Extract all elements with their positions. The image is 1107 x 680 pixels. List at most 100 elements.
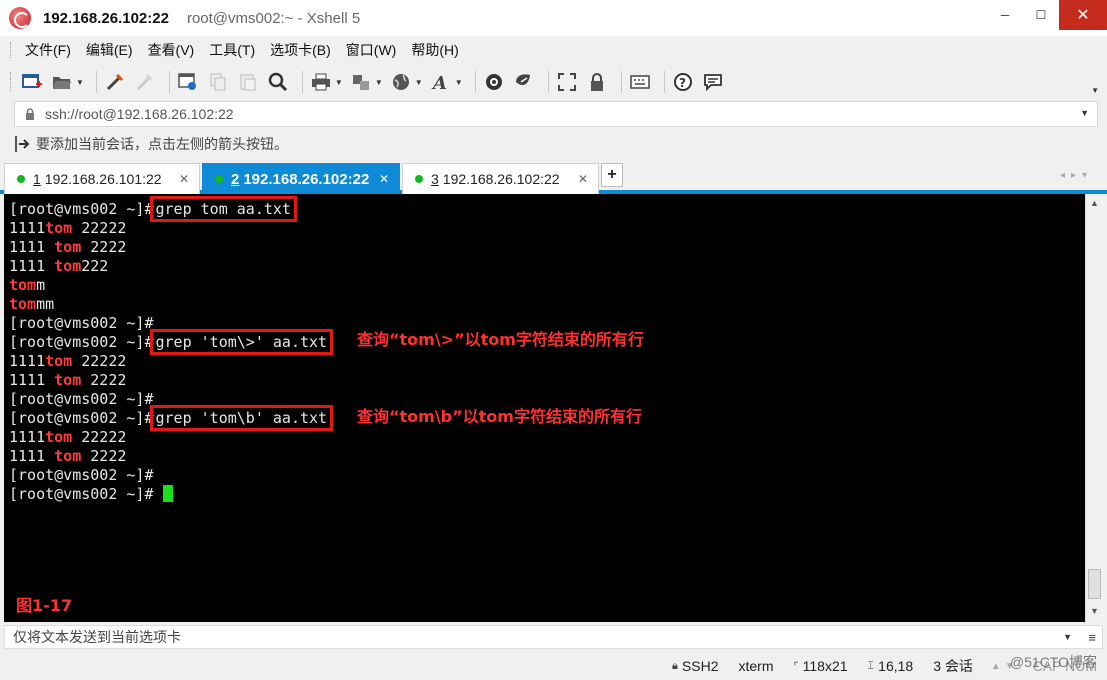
tab-scroll-arrows-icon[interactable]: ◂▸▾ [1060,170,1093,181]
disconnect-icon[interactable] [133,70,157,94]
svg-text:A: A [431,73,447,92]
open-folder-icon[interactable] [50,70,74,94]
terminal-line: 1111tom 22222 [9,352,127,370]
menu-view[interactable]: 查看(V) [148,40,195,60]
globe-dropdown-icon[interactable]: ▼ [415,78,423,87]
compose-dropdown-icon[interactable]: ▼ [1063,632,1072,642]
compose-menu-icon[interactable]: ≡ [1088,630,1096,645]
terminal-line: tomm [9,276,46,294]
highlighted-command: grep tom aa.txt [149,196,297,222]
terminal-line: 1111 tom222 [9,257,109,275]
terminal-line: [root@vms002 ~]# grep tom aa.txt [9,196,297,222]
transfer-dropdown-icon[interactable]: ▼ [375,78,383,87]
xshell-logo-icon [9,7,31,29]
terminal-line: [root@vms002 ~]# [9,466,154,484]
help-icon[interactable]: ? [671,70,695,94]
find-icon[interactable] [266,70,290,94]
window-controls: ─ ☐ ✕ [987,0,1107,30]
print-dropdown-icon[interactable]: ▼ [335,78,343,87]
menu-tabs[interactable]: 选项卡(B) [270,40,331,60]
status-terminal-type: xterm [738,658,774,674]
tab-session-3[interactable]: 3 192.168.26.102:22 ✕ [402,163,599,194]
menu-file[interactable]: 文件(F) [25,40,71,60]
chat-icon[interactable] [701,70,725,94]
highlighted-command: grep 'tom\>' aa.txt [149,329,334,355]
terminal-line: 1111 tom 2222 [9,371,127,389]
reconnect-icon[interactable] [103,70,127,94]
scroll-up-arrow-icon[interactable]: ▲ [1090,198,1099,208]
annotation-word-end: 查询“tom\>”以tom字符结束的所有行 [357,330,644,349]
secure-lock-icon [26,108,34,120]
session-hint-bar: 要添加当前会话，点击左侧的箭头按钮。 [14,131,288,157]
tab-close-icon[interactable]: ✕ [379,172,389,186]
session-tab-strip: 1 192.168.26.101:22 ✕ 2 192.168.26.102:2… [0,160,1107,194]
globe-icon[interactable] [389,70,413,94]
toolbar-overflow-icon[interactable]: ▼ [1091,86,1099,95]
terminal-line: [root@vms002 ~]# [9,485,1085,504]
open-dropdown-icon[interactable]: ▼ [76,78,84,87]
watermark: @51CTO博客 [1009,654,1097,670]
terminal-line: 1111 tom 2222 [9,447,127,465]
toolbar-separator [474,71,476,93]
figure-label: 图1-17 [16,596,73,615]
tab-close-icon[interactable]: ✕ [179,172,189,186]
window-title: root@vms002:~ - Xshell 5 [186,9,361,27]
tab-close-icon[interactable]: ✕ [578,172,588,186]
lock-icon: 🔒︎ [672,659,678,672]
window-title-host: 192.168.26.102:22 [43,9,169,27]
terminal-line: 1111tom 22222 [9,219,127,237]
print-icon[interactable] [309,70,333,94]
connected-status-icon [17,175,25,183]
status-size: ⌜ 118x21 [793,658,848,674]
status-bar: 🔒︎ SSH2 xterm ⌜ 118x21 ⌶ 16,18 3 会话 ▲▼ CAP … [0,652,1107,680]
maximize-button[interactable]: ☐ [1023,0,1059,30]
status-protocol: 🔒︎ SSH2 [672,658,719,674]
menu-edit[interactable]: 编辑(E) [86,40,133,60]
toolbar-separator [620,71,622,93]
toolbar-separator [301,71,303,93]
address-bar[interactable]: ssh://root@192.168.26.102:22 ▼ [14,101,1098,127]
close-button[interactable]: ✕ [1059,0,1107,30]
terminal-scrollbar[interactable]: ▲ ▼ [1085,194,1103,622]
scroll-thumb[interactable] [1088,569,1101,599]
xftp-icon[interactable] [482,70,506,94]
keyboard-icon[interactable] [628,70,652,94]
fullscreen-icon[interactable] [555,70,579,94]
menu-help[interactable]: 帮助(H) [411,40,458,60]
terminal-screen[interactable]: [root@vms002 ~]# grep tom aa.txt 1111tom … [4,194,1085,622]
toolbar-separator [547,71,549,93]
compose-bar[interactable]: 仅将文本发送到当前选项卡 ▼ ≡ [4,625,1103,649]
menu-tools[interactable]: 工具(T) [209,40,255,60]
terminal-line: tommm [9,295,55,313]
toolbar-separator [663,71,665,93]
font-dropdown-icon[interactable]: ▼ [455,78,463,87]
compose-target-text[interactable]: 仅将文本发送到当前选项卡 [13,627,181,647]
font-icon[interactable]: A [429,70,453,94]
scroll-down-arrow-icon[interactable]: ▼ [1090,606,1099,616]
address-url[interactable]: ssh://root@192.168.26.102:22 [45,106,234,122]
minimize-button[interactable]: ─ [987,0,1023,30]
terminal-cursor [162,485,173,502]
terminal-line: 1111 tom 2222 [9,238,127,256]
tab-session-1[interactable]: 1 192.168.26.101:22 ✕ [4,163,200,194]
paste-icon[interactable] [236,70,260,94]
properties-icon[interactable] [176,70,200,94]
copy-icon[interactable] [206,70,230,94]
new-tab-button[interactable]: + [601,163,623,187]
address-dropdown-icon[interactable]: ▼ [1080,108,1089,118]
title-bar: 192.168.26.102:22 root@vms002:~ - Xshell… [0,0,1107,36]
add-session-arrow-icon[interactable] [14,135,32,153]
menu-window[interactable]: 窗口(W) [346,40,397,60]
transfer-icon[interactable] [349,70,373,94]
tab-number: 3 [431,171,439,187]
tab-label: 192.168.26.102:22 [442,171,560,187]
toolbar: ▼ ▼ ▼ ▼ A ▼ ? ▼ [0,64,1107,100]
status-sessions: 3 会话 [933,658,973,674]
svg-text:?: ? [679,76,686,90]
tab-session-2[interactable]: 2 192.168.26.102:22 ✕ [202,163,400,194]
lock-icon[interactable] [585,70,609,94]
menu-bar: 文件(F) 编辑(E) 查看(V) 工具(T) 选项卡(B) 窗口(W) 帮助(… [10,36,474,64]
connected-status-icon [415,175,423,183]
xmanager-icon[interactable] [512,70,536,94]
new-session-icon[interactable] [20,70,44,94]
